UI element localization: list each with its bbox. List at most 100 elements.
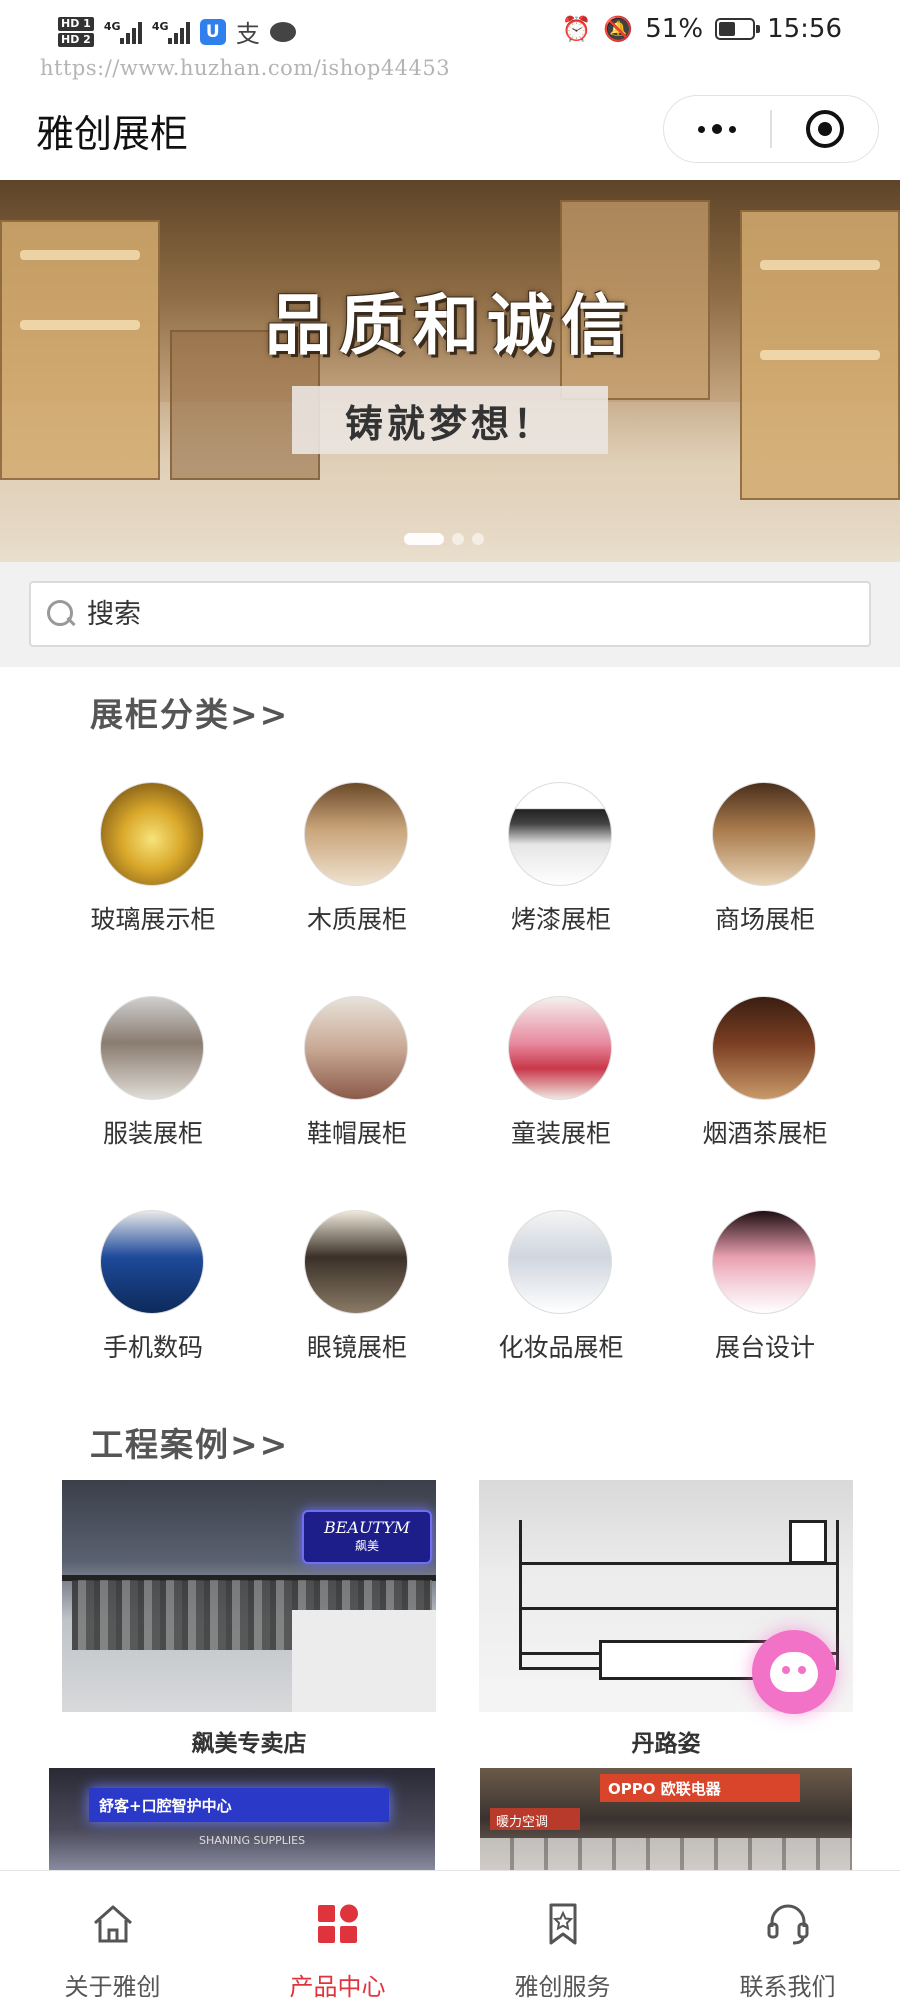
category-item[interactable]: 手机数码 <box>58 1210 228 1380</box>
categories-heading[interactable]: 展柜分类>> <box>90 688 289 736</box>
more-options-button[interactable] <box>664 96 770 162</box>
category-thumbnail <box>100 782 204 886</box>
tab-label: 联系我们 <box>739 1973 836 2000</box>
tab-label: 产品中心 <box>289 1973 386 2000</box>
more-dot-icon <box>729 125 737 133</box>
case-title-2: 丹路姿 <box>631 1731 701 1757</box>
message-icon <box>269 21 296 42</box>
search-icon <box>45 598 77 630</box>
alarm-icon: ⏰ <box>561 15 592 43</box>
counter <box>292 1610 436 1712</box>
search-bar[interactable] <box>29 581 871 647</box>
store-sign-text: BEAUTYM <box>323 1518 411 1537</box>
clock: 15:56 <box>767 14 842 44</box>
battery-percent: 51% <box>645 14 704 44</box>
signal-1-label: 4G <box>103 19 121 33</box>
capsule-menu <box>663 95 879 163</box>
carousel-dot[interactable] <box>452 533 464 545</box>
booth-sign-sub: SHANING SUPPLIES <box>199 1834 306 1847</box>
close-mini-program-button[interactable] <box>772 96 878 162</box>
more-dot-icon <box>698 125 706 133</box>
banner-subline-box: 铸就梦想！ <box>292 386 608 454</box>
category-item[interactable]: 化妆品展柜 <box>466 1210 636 1380</box>
page-title: 雅创展柜 <box>36 112 189 156</box>
category-label: 眼镜展柜 <box>306 1333 407 1362</box>
tab-products[interactable]: 产品中心 <box>225 1871 450 2000</box>
category-label: 玻璃展示柜 <box>90 905 216 934</box>
category-item[interactable]: 鞋帽展柜 <box>262 996 432 1166</box>
category-thumbnail <box>304 782 408 886</box>
category-item[interactable]: 玻璃展示柜 <box>58 782 228 952</box>
category-label: 烟酒茶展柜 <box>702 1119 828 1148</box>
tab-label: 关于雅创 <box>64 1973 161 2000</box>
category-label: 服装展柜 <box>102 1119 203 1148</box>
category-item[interactable]: 童装展柜 <box>466 996 636 1166</box>
status-left: HD 1 HD 2 4G 4G U 支 <box>58 14 296 49</box>
banner-subline: 铸就梦想！ <box>344 401 555 446</box>
customer-service-button[interactable] <box>752 1630 836 1714</box>
category-item[interactable]: 展台设计 <box>670 1210 840 1380</box>
tab-about[interactable]: 关于雅创 <box>0 1871 225 2000</box>
banner-headline: 品质和诚信 <box>265 286 635 364</box>
mute-bell-icon: 🔕 <box>603 15 634 43</box>
category-label: 童装展柜 <box>510 1119 611 1148</box>
watermark: https://www.huzhan.com/ishop44453 <box>40 56 451 80</box>
carousel-indicator <box>404 533 484 545</box>
search-input[interactable] <box>87 598 847 630</box>
poster <box>789 1520 827 1564</box>
category-item[interactable]: 商场展柜 <box>670 782 840 952</box>
store-sign-sub: 飙美 <box>354 1539 379 1553</box>
signal-2-icon: 4G <box>152 20 190 44</box>
cases-heading[interactable]: 工程案例>> <box>90 1418 289 1466</box>
category-item[interactable]: 木质展柜 <box>262 782 432 952</box>
category-item[interactable]: 烤漆展柜 <box>466 782 636 952</box>
case-title-1: 飙美专卖店 <box>191 1731 307 1757</box>
category-thumbnail <box>100 996 204 1100</box>
category-label: 手机数码 <box>102 1333 203 1362</box>
battery-icon <box>715 18 761 40</box>
carousel-dot[interactable] <box>404 533 444 545</box>
category-label: 鞋帽展柜 <box>306 1119 407 1148</box>
category-thumbnail <box>712 782 816 886</box>
category-item[interactable]: 服装展柜 <box>58 996 228 1166</box>
category-label: 商场展柜 <box>714 905 815 934</box>
hd-indicator: HD 1 HD 2 <box>58 16 94 47</box>
appliances <box>480 1838 852 1870</box>
hd-1-label: HD 1 <box>58 16 94 31</box>
carousel-dot[interactable] <box>472 533 484 545</box>
tab-contact[interactable]: 联系我们 <box>675 1871 900 2000</box>
bookmark-star-icon <box>549 1903 577 1945</box>
category-thumbnail <box>508 1210 612 1314</box>
alipay-icon: 支 <box>235 20 260 48</box>
status-right: ⏰ 🔕 51% 15:56 <box>561 14 842 44</box>
notification-app-icon: U <box>199 18 226 45</box>
tab-service[interactable]: 雅创服务 <box>450 1871 675 2000</box>
search-section <box>0 562 900 667</box>
home-icon <box>94 1905 132 1943</box>
headset-icon <box>767 1904 809 1945</box>
category-item[interactable]: 烟酒茶展柜 <box>670 996 840 1166</box>
category-label: 烤漆展柜 <box>510 905 611 934</box>
status-bar: HD 1 HD 2 4G 4G U 支 ⏰ 🔕 51% 15:56 <box>0 0 900 58</box>
store-sign: OPPO 欧联电器 <box>600 1774 800 1802</box>
store-sign: BEAUTYM 飙美 <box>302 1510 432 1564</box>
case-card-3[interactable]: 舒客+口腔智护中心 SHANING SUPPLIES <box>49 1768 435 1870</box>
case-card-1[interactable]: BEAUTYM 飙美 <box>62 1480 436 1712</box>
mini-program-titlebar: 雅创展柜 <box>0 88 900 180</box>
hd-2-label: HD 2 <box>58 32 94 47</box>
category-item[interactable]: 眼镜展柜 <box>262 1210 432 1380</box>
banner-carousel[interactable]: 品质和诚信 铸就梦想！ <box>0 180 900 562</box>
category-thumbnail <box>712 996 816 1100</box>
more-dot-icon <box>712 124 723 134</box>
grid-icon <box>318 1904 358 1943</box>
category-thumbnail <box>508 782 612 886</box>
case-card-4[interactable]: OPPO 欧联电器 暖力空调 <box>480 1768 852 1870</box>
category-label: 展台设计 <box>714 1333 815 1362</box>
category-thumbnail <box>100 1210 204 1314</box>
category-thumbnail <box>304 996 408 1100</box>
signal-1-icon: 4G <box>104 20 142 44</box>
banner-light <box>20 250 140 260</box>
store-sign-sub: 暖力空调 <box>490 1808 580 1830</box>
category-label: 木质展柜 <box>306 905 407 934</box>
signal-2-label: 4G <box>151 19 169 33</box>
